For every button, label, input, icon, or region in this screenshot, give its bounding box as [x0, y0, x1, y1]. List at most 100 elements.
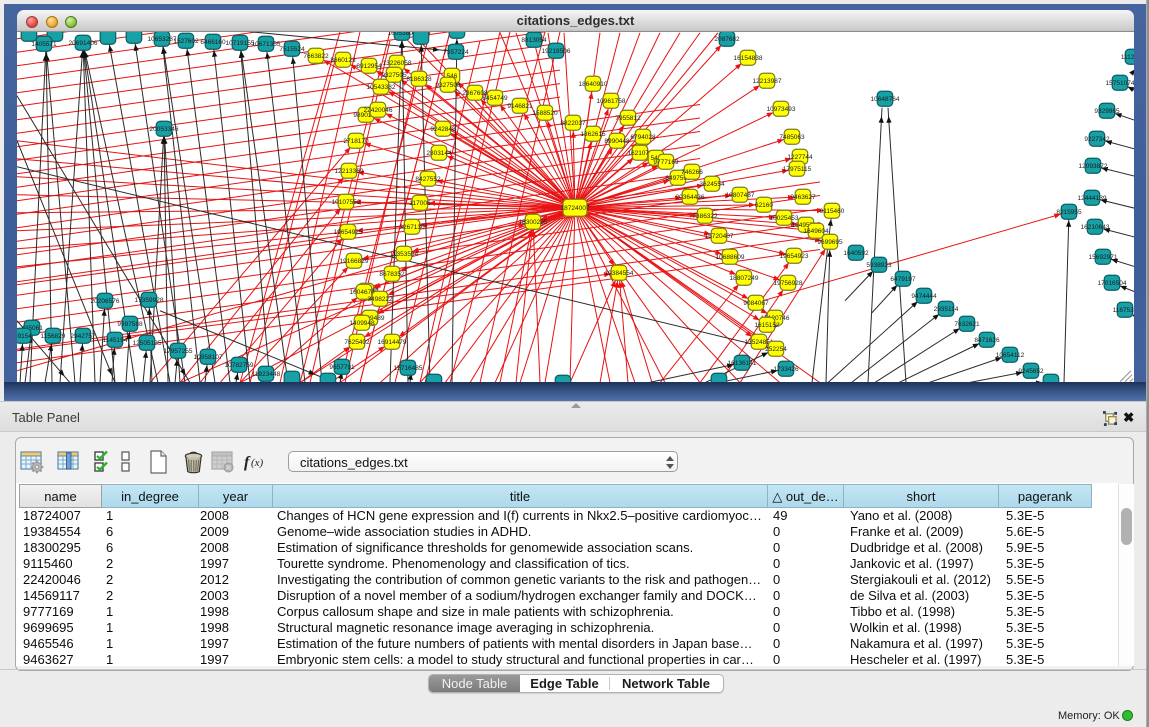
svg-text:3624554: 3624554 — [699, 180, 725, 187]
svg-text:1409948: 1409948 — [349, 319, 375, 326]
svg-text:8990448: 8990448 — [604, 137, 630, 144]
svg-text:1362615: 1362615 — [580, 130, 606, 137]
svg-text:2935114: 2935114 — [934, 305, 959, 312]
svg-text:10958107: 10958107 — [194, 353, 223, 360]
svg-text:9245652: 9245652 — [1018, 367, 1044, 374]
svg-text:2718170: 2718170 — [343, 137, 369, 144]
svg-text:8912954: 8912954 — [356, 62, 382, 69]
svg-text:1112752: 1112752 — [1121, 53, 1134, 60]
svg-text:10719155: 10719155 — [226, 39, 255, 46]
svg-text:20691406: 20691406 — [69, 39, 98, 46]
svg-text:10654112: 10654112 — [996, 351, 1025, 358]
svg-text:8813054: 8813054 — [521, 36, 547, 43]
svg-text:9329965: 9329965 — [1094, 107, 1120, 114]
svg-text:17016504: 17016504 — [1098, 279, 1127, 286]
svg-text:16136141: 16136141 — [728, 359, 757, 366]
svg-text:8427552: 8427552 — [415, 175, 441, 182]
svg-text:9777169: 9777169 — [653, 158, 679, 165]
svg-text:9997588: 9997588 — [117, 320, 143, 327]
svg-text:7955812: 7955812 — [615, 114, 641, 121]
svg-text:8186328: 8186328 — [406, 75, 432, 82]
svg-text:18640910: 18640910 — [579, 80, 608, 87]
svg-text:18300295: 18300295 — [519, 218, 548, 225]
svg-text:1227744: 1227744 — [787, 153, 813, 160]
svg-text:15692971: 15692971 — [1089, 253, 1118, 260]
svg-text:1405571: 1405571 — [31, 40, 57, 47]
svg-text:19166829: 19166829 — [340, 257, 369, 264]
svg-text:2803144: 2803144 — [426, 149, 452, 156]
svg-text:16210643: 16210643 — [1081, 223, 1110, 230]
svg-text:10782759: 10782759 — [225, 361, 254, 368]
svg-text:1640592: 1640592 — [843, 249, 869, 256]
svg-text:17957255: 17957255 — [164, 347, 193, 354]
svg-text:19654923: 19654923 — [780, 252, 809, 259]
svg-text:15751074: 15751074 — [1106, 79, 1134, 86]
svg-text:1167533: 1167533 — [1113, 306, 1134, 313]
svg-text:1527602: 1527602 — [173, 37, 199, 44]
svg-text:8678352: 8678352 — [379, 270, 405, 277]
svg-text:8454749: 8454749 — [482, 94, 508, 101]
svg-text:7515524: 7515524 — [279, 45, 305, 52]
svg-text:f: f — [244, 454, 251, 471]
svg-text:8471626: 8471626 — [974, 336, 1000, 343]
svg-text:10688609: 10688609 — [716, 253, 745, 260]
svg-text:17975115: 17975115 — [783, 165, 812, 172]
svg-text:5938923: 5938923 — [866, 261, 892, 268]
svg-text:16914479: 16914479 — [378, 338, 407, 345]
svg-text:9657791: 9657791 — [329, 363, 355, 370]
svg-text:9327508: 9327508 — [435, 81, 461, 88]
svg-text:16053809: 16053809 — [388, 32, 417, 37]
svg-text:9242848: 9242848 — [430, 125, 456, 132]
svg-text:9699695: 9699695 — [817, 238, 843, 245]
svg-text:117006: 117006 — [409, 199, 431, 206]
svg-text:10025453: 10025453 — [770, 214, 799, 221]
svg-text:16154838: 16154838 — [734, 54, 763, 61]
svg-text:11353594: 11353594 — [390, 250, 419, 257]
svg-text:7663822: 7663822 — [303, 52, 329, 59]
svg-text:8822037: 8822037 — [560, 119, 586, 126]
svg-text:19384554: 19384554 — [605, 269, 634, 276]
svg-text:746266: 746266 — [681, 168, 703, 175]
svg-text:9474444: 9474444 — [911, 292, 937, 299]
svg-text:18724007: 18724007 — [561, 204, 590, 211]
svg-text:7386322: 7386322 — [692, 212, 718, 219]
svg-text:20053346: 20053346 — [150, 125, 179, 132]
svg-text:(x): (x) — [251, 457, 264, 469]
svg-text:39154: 39154 — [17, 332, 32, 339]
svg-text:1588520: 1588520 — [532, 109, 558, 116]
svg-text:8215955: 8215955 — [1056, 208, 1082, 215]
svg-text:10973493: 10973493 — [767, 105, 796, 112]
svg-text:6466160: 6466160 — [200, 38, 226, 45]
svg-text:1145194: 1145194 — [103, 336, 128, 343]
svg-text:12213987: 12213987 — [753, 77, 782, 84]
svg-text:15716485: 15716485 — [394, 364, 423, 371]
svg-text:62160: 62160 — [755, 201, 773, 208]
svg-text:19218506: 19218506 — [542, 47, 571, 54]
svg-text:10961758: 10961758 — [597, 97, 626, 104]
svg-text:19654925: 19654925 — [334, 228, 363, 235]
svg-text:9327505: 9327505 — [381, 71, 407, 78]
svg-text:3498222: 3498222 — [367, 295, 393, 302]
svg-text:17359928: 17359928 — [135, 296, 164, 303]
svg-text:18807249: 18807249 — [730, 274, 759, 281]
svg-text:8660123: 8660123 — [330, 56, 356, 63]
svg-text:2942757: 2942757 — [70, 332, 96, 339]
svg-text:15720407: 15720407 — [705, 232, 734, 239]
svg-text:6479197: 6479197 — [890, 275, 916, 282]
svg-text:19756928: 19756928 — [774, 279, 803, 286]
svg-text:12444139: 12444139 — [1078, 194, 1107, 201]
svg-text:1733426: 1733426 — [773, 365, 799, 372]
svg-text:9115460: 9115460 — [820, 207, 845, 214]
svg-text:1156829: 1156829 — [41, 332, 66, 339]
svg-text:9084067: 9084067 — [743, 299, 769, 306]
svg-text:6794028: 6794028 — [630, 133, 656, 140]
svg-text:10107552: 10107552 — [332, 198, 361, 205]
svg-text:22420046: 22420046 — [364, 106, 393, 113]
svg-text:7357224: 7357224 — [443, 48, 469, 55]
svg-text:10671355: 10671355 — [252, 40, 281, 47]
svg-text:10648764: 10648764 — [871, 95, 900, 102]
svg-text:252254: 252254 — [765, 345, 787, 352]
svg-text:10543382: 10543382 — [367, 83, 396, 90]
svg-text:9227342: 9227342 — [1084, 135, 1110, 142]
svg-text:12093872: 12093872 — [1079, 162, 1108, 169]
